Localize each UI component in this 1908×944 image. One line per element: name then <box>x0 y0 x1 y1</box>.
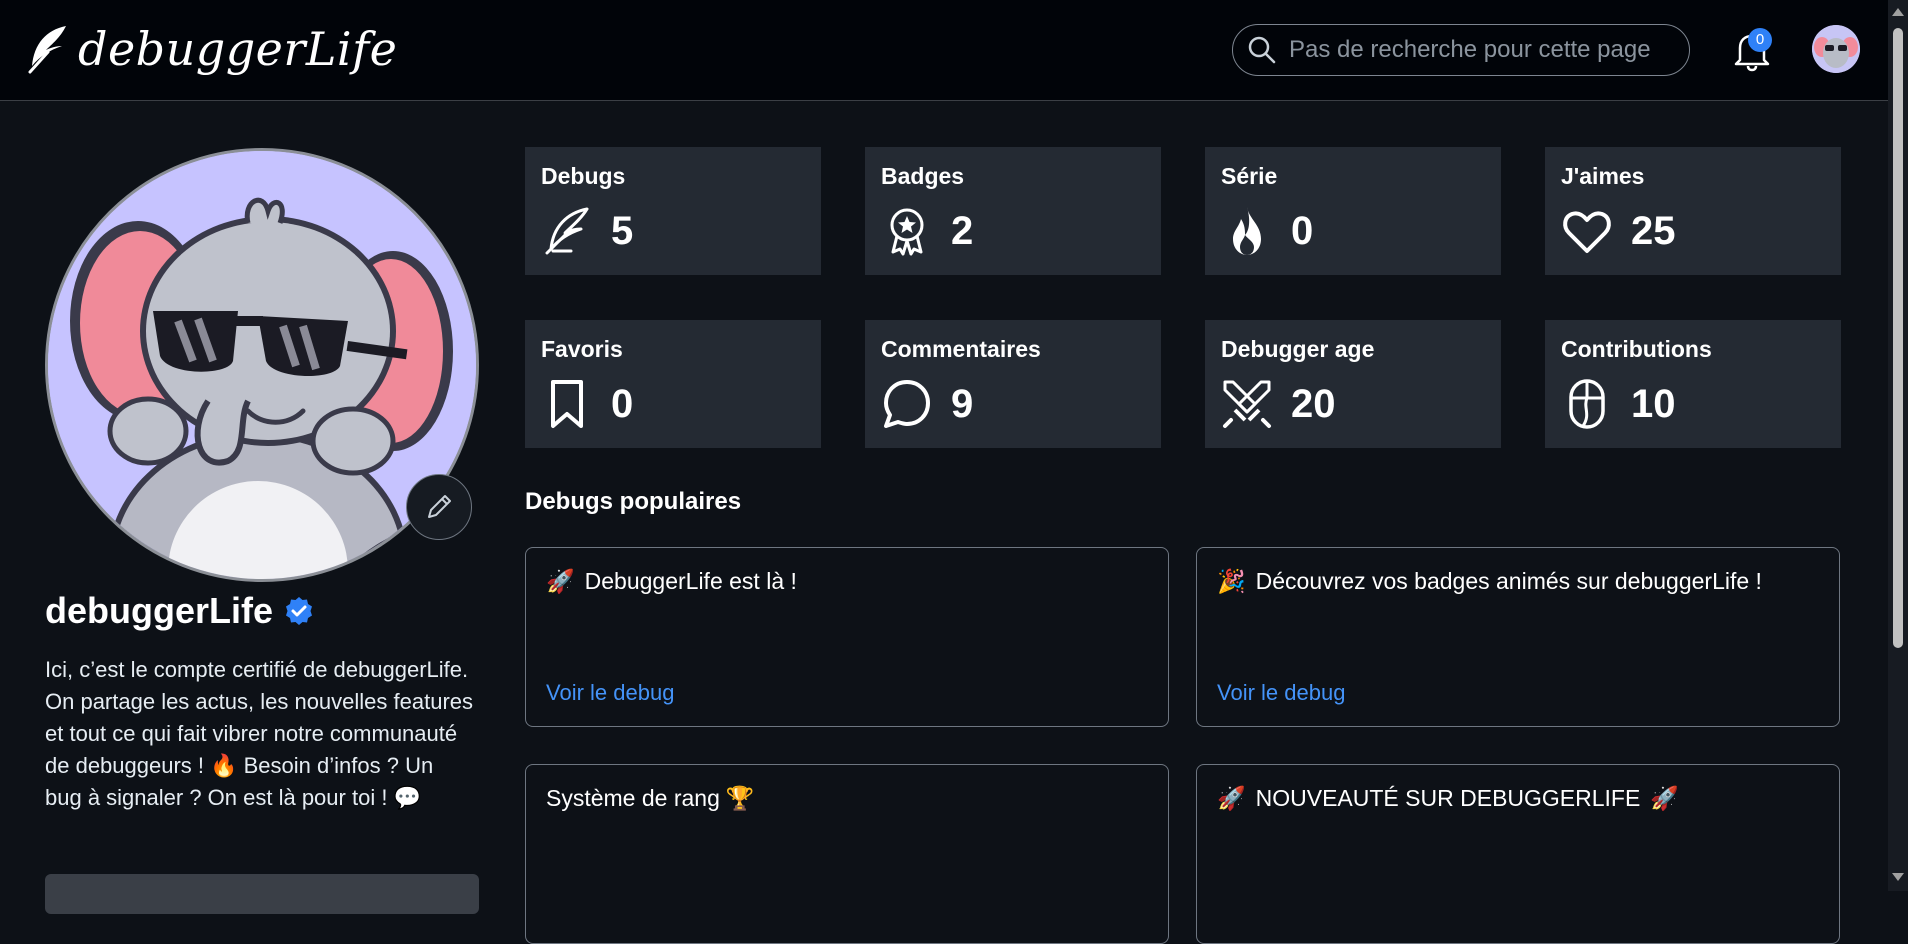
flame-icon <box>1221 205 1273 257</box>
profile-bio: Ici, c’est le compte certifié de debugge… <box>45 657 474 810</box>
stat-value: 5 <box>611 209 634 253</box>
stat-card-jaimes: J'aimes 25 <box>1545 147 1841 275</box>
stat-value: 20 <box>1291 382 1336 426</box>
pencil-icon <box>428 495 451 518</box>
view-debug-link[interactable]: Voir le debug <box>1217 680 1345 706</box>
stat-label: Debugs <box>541 163 626 189</box>
comment-icon <box>881 378 933 430</box>
stat-value: 2 <box>951 209 974 253</box>
debug-card[interactable]: 🚀 DebuggerLife est là ! Voir le debug <box>525 547 1169 727</box>
scroll-up-arrow-icon[interactable] <box>1892 8 1904 16</box>
stat-card-contributions: Contributions 10 <box>1545 320 1841 448</box>
debug-card[interactable]: 🚀 NOUVEAUTÉ SUR DEBUGGERLIFE 🚀 <box>1196 764 1840 944</box>
stat-card-serie: Série 0 <box>1205 147 1501 275</box>
debug-card-title-text: Système de rang <box>546 785 720 811</box>
stat-card-commentaires: Commentaires 9 <box>865 320 1161 448</box>
debug-card[interactable]: 🎉 Découvrez vos badges animés sur debugg… <box>1196 547 1840 727</box>
stat-label: Debugger age <box>1221 336 1375 362</box>
feather-logo-icon <box>28 26 66 74</box>
debug-card[interactable]: Système de rang 🏆 <box>525 764 1169 944</box>
search-box[interactable] <box>1232 24 1690 76</box>
stat-value: 25 <box>1631 209 1676 253</box>
debug-card-title[interactable]: 🎉 Découvrez vos badges animés sur debugg… <box>1217 568 1762 595</box>
stat-card-debugger-age: Debugger age 20 <box>1205 320 1501 448</box>
debug-card-title[interactable]: Système de rang 🏆 <box>546 785 755 812</box>
stat-label: Série <box>1221 163 1278 189</box>
stat-value: 9 <box>951 382 974 426</box>
profile-action-button[interactable] <box>45 874 479 914</box>
stat-value: 0 <box>611 382 634 426</box>
stat-label: Badges <box>881 163 965 189</box>
profile-name-text: debuggerLife <box>45 590 274 631</box>
view-debug-link[interactable]: Voir le debug <box>546 680 674 706</box>
section-title-popular-debugs: Debugs populaires <box>525 488 742 515</box>
scroll-down-arrow-icon[interactable] <box>1892 873 1904 881</box>
heart-icon <box>1561 205 1613 257</box>
search-icon <box>1247 35 1277 65</box>
stat-label: Favoris <box>541 336 623 362</box>
mouse-icon <box>1561 378 1613 430</box>
party-popper-icon: 🎉 <box>1217 568 1246 594</box>
trophy-icon: 🏆 <box>725 785 755 811</box>
notification-count-badge: 0 <box>1748 28 1772 52</box>
top-bar: debuggerLife 0 <box>0 0 1888 101</box>
feather-icon <box>541 205 593 257</box>
stat-value: 10 <box>1631 382 1676 426</box>
logo-text: debuggerLife <box>78 22 398 76</box>
debug-card-title-text: DebuggerLife est là ! <box>584 568 797 594</box>
scroll-thumb[interactable] <box>1893 28 1903 648</box>
stat-label: J'aimes <box>1561 163 1645 189</box>
debug-card-title-text: NOUVEAUTÉ SUR DEBUGGERLIFE <box>1255 785 1641 811</box>
bookmark-icon <box>541 378 593 430</box>
stat-card-badges: Badges 2 <box>865 147 1161 275</box>
stat-label: Commentaires <box>881 336 1041 362</box>
search-input[interactable] <box>1287 35 1671 65</box>
rocket-icon: 🚀 <box>1217 785 1246 811</box>
stat-card-debugs: Debugs 5 <box>525 147 821 275</box>
debug-card-title-text: Découvrez vos badges animés sur debugger… <box>1255 568 1762 594</box>
stat-label: Contributions <box>1561 336 1712 362</box>
rocket-icon: 🚀 <box>546 568 575 594</box>
stat-value: 0 <box>1291 209 1314 253</box>
profile-name: debuggerLife <box>45 590 315 632</box>
user-avatar[interactable] <box>1812 25 1860 73</box>
crossed-swords-icon <box>1221 378 1273 430</box>
award-icon <box>881 205 933 257</box>
rocket-icon: 🚀 <box>1650 785 1679 811</box>
logo[interactable]: debuggerLife <box>26 14 397 84</box>
page-scrollbar[interactable] <box>1888 0 1908 891</box>
verified-badge-icon <box>283 595 315 627</box>
stat-card-favoris: Favoris 0 <box>525 320 821 448</box>
debug-card-title[interactable]: 🚀 DebuggerLife est là ! <box>546 568 797 595</box>
elephant-avatar-icon <box>1812 25 1860 73</box>
debug-card-title[interactable]: 🚀 NOUVEAUTÉ SUR DEBUGGERLIFE 🚀 <box>1217 785 1679 812</box>
edit-avatar-button[interactable] <box>406 474 472 540</box>
